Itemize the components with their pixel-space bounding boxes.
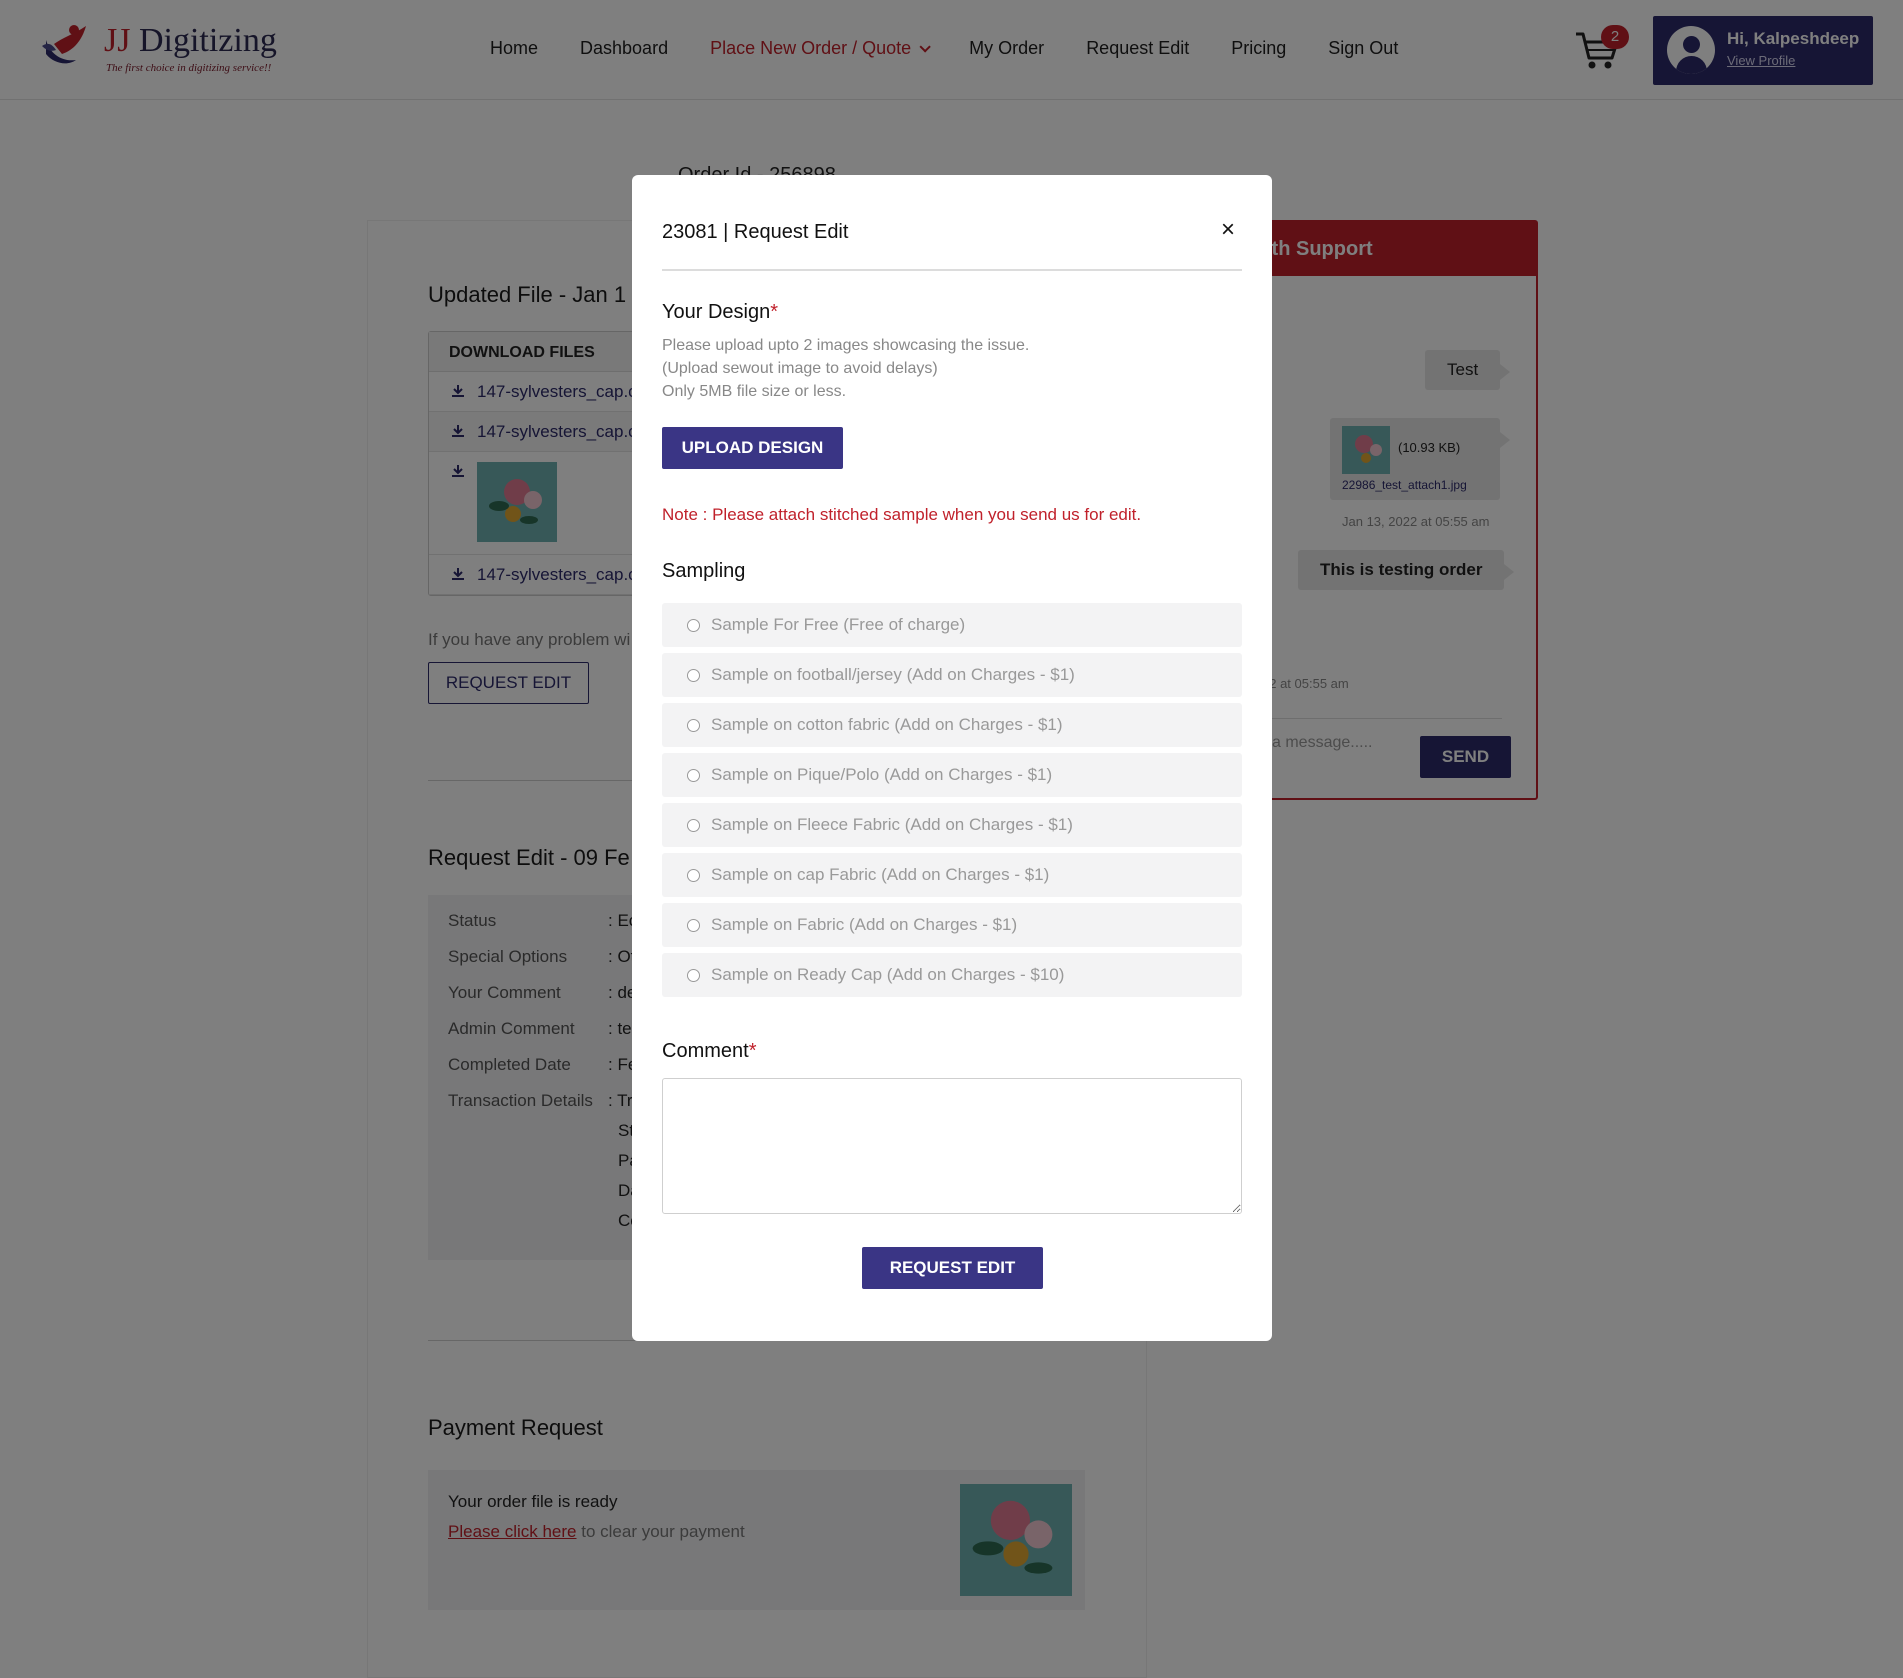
close-icon[interactable]: × [1216, 218, 1240, 242]
sampling-option[interactable]: Sample on Fleece Fabric (Add on Charges … [662, 803, 1242, 847]
radio-button[interactable] [687, 819, 700, 832]
sampling-option[interactable]: Sample on Pique/Polo (Add on Charges - $… [662, 753, 1242, 797]
upload-help-line: (Upload sewout image to avoid delays) [662, 360, 938, 377]
modal-header-divider [662, 269, 1242, 271]
request-edit-modal: 23081 | Request Edit × Your Design* Plea… [632, 175, 1272, 1341]
modal-title: 23081 | Request Edit [662, 221, 849, 243]
sampling-option[interactable]: Sample on cap Fabric (Add on Charges - $… [662, 853, 1242, 897]
sampling-option[interactable]: Sample on Ready Cap (Add on Charges - $1… [662, 953, 1242, 997]
sampling-option[interactable]: Sample For Free (Free of charge) [662, 603, 1242, 647]
request-edit-submit-button[interactable]: REQUEST EDIT [862, 1247, 1043, 1289]
required-asterisk: * [748, 1040, 757, 1062]
radio-button[interactable] [687, 969, 700, 982]
comment-label: Comment* [662, 1040, 757, 1063]
radio-button[interactable] [687, 869, 700, 882]
sampling-option[interactable]: Sample on football/jersey (Add on Charge… [662, 653, 1242, 697]
comment-textarea[interactable] [662, 1078, 1242, 1214]
upload-help-line: Only 5MB file size or less. [662, 383, 847, 400]
your-design-label-text: Your Design [662, 301, 771, 323]
required-asterisk: * [770, 301, 779, 323]
sampling-option-label: Sample on cotton fabric (Add on Charges … [711, 715, 1063, 734]
sampling-option[interactable]: Sample on Fabric (Add on Charges - $1) [662, 903, 1242, 947]
upload-design-button[interactable]: UPLOAD DESIGN [662, 427, 843, 469]
comment-label-text: Comment [662, 1040, 749, 1062]
sampling-option-label: Sample on cap Fabric (Add on Charges - $… [711, 865, 1050, 884]
radio-button[interactable] [687, 669, 700, 682]
sampling-option-label: Sample on Fleece Fabric (Add on Charges … [711, 815, 1073, 834]
radio-button[interactable] [687, 769, 700, 782]
radio-button[interactable] [687, 719, 700, 732]
sampling-label: Sampling [662, 560, 746, 582]
radio-button[interactable] [687, 619, 700, 632]
upload-help-line: Please upload upto 2 images showcasing t… [662, 337, 1030, 354]
sampling-option[interactable]: Sample on cotton fabric (Add on Charges … [662, 703, 1242, 747]
sampling-option-label: Sample on Ready Cap (Add on Charges - $1… [711, 965, 1065, 984]
sampling-option-label: Sample on Pique/Polo (Add on Charges - $… [711, 765, 1053, 784]
radio-button[interactable] [687, 919, 700, 932]
sampling-option-label: Sample For Free (Free of charge) [711, 615, 966, 634]
stitched-sample-note: Note : Please attach stitched sample whe… [662, 505, 1142, 524]
sampling-option-label: Sample on football/jersey (Add on Charge… [711, 665, 1075, 684]
your-design-label: Your Design* [662, 301, 778, 324]
sampling-option-label: Sample on Fabric (Add on Charges - $1) [711, 915, 1018, 934]
